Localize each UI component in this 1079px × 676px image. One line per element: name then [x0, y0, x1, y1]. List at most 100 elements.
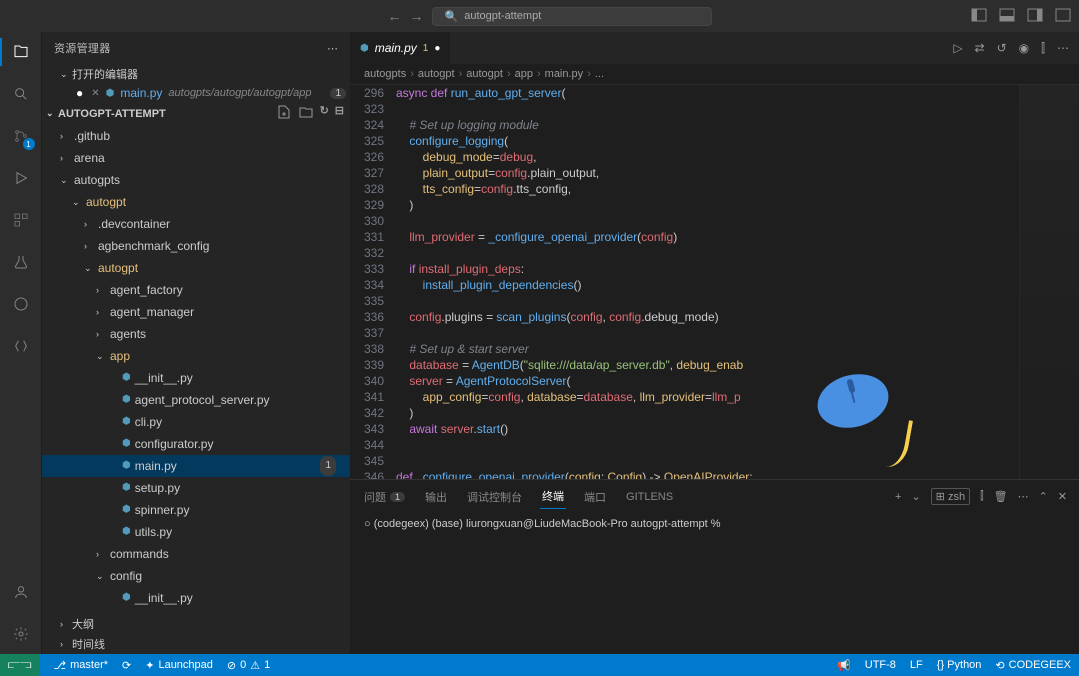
maximize-icon[interactable]: ⌃: [1039, 490, 1048, 503]
activity-remote-icon[interactable]: [9, 292, 33, 316]
panel-tab[interactable]: 输出: [423, 485, 449, 509]
tree-file[interactable]: ⬢agent_protocol_server.py: [42, 389, 350, 411]
new-folder-icon[interactable]: [298, 104, 314, 123]
breadcrumb-item[interactable]: main.py: [545, 68, 584, 80]
activity-scm-icon[interactable]: 1: [9, 124, 33, 148]
status-sync[interactable]: ⟳: [122, 659, 131, 672]
tree-file[interactable]: ⬢utils.py: [42, 521, 350, 543]
python-file-icon: ⬢: [122, 434, 131, 454]
layout-bottom-icon[interactable]: [999, 7, 1015, 26]
more-icon[interactable]: ⋯: [1018, 490, 1029, 503]
chevron-icon: ⌄: [96, 566, 106, 586]
open-editors-section[interactable]: ⌄ 打开的编辑器: [42, 64, 350, 84]
tree-file[interactable]: ⬢__init__.py: [42, 587, 350, 609]
tree-folder[interactable]: ›agents: [42, 323, 350, 345]
breadcrumb-item[interactable]: autogpts: [364, 68, 406, 80]
activity-settings-icon[interactable]: [9, 622, 33, 646]
minimap[interactable]: [1019, 85, 1079, 479]
more-icon[interactable]: ⋯: [1057, 41, 1069, 56]
tree-folder[interactable]: ›agbenchmark_config: [42, 235, 350, 257]
breadcrumb-item[interactable]: autogpt: [418, 68, 455, 80]
editor-tab-main[interactable]: ⬢ main.py 1 ●: [350, 32, 451, 64]
tree-folder[interactable]: ⌄autogpt: [42, 257, 350, 279]
tree-folder[interactable]: ⌄config: [42, 565, 350, 587]
close-panel-icon[interactable]: ✕: [1058, 490, 1067, 503]
breadcrumb-item[interactable]: app: [515, 68, 533, 80]
activity-testing-icon[interactable]: [9, 250, 33, 274]
nav-forward-icon[interactable]: →: [410, 8, 424, 24]
collapse-icon[interactable]: ⊟: [335, 104, 344, 123]
code-content[interactable]: async def run_auto_gpt_server( # Set up …: [396, 85, 1019, 479]
status-problems[interactable]: ⊘ 0 ⚠ 1: [227, 659, 270, 672]
tree-folder[interactable]: ⌄autogpt: [42, 191, 350, 213]
tree-folder[interactable]: ›agent_factory: [42, 279, 350, 301]
code-editor[interactable]: 2963233243253263273283293303313323333343…: [350, 85, 1079, 479]
status-eol[interactable]: LF: [910, 659, 923, 671]
panel-tab[interactable]: 问题1: [362, 485, 407, 509]
trash-icon[interactable]: 🗑: [994, 490, 1008, 503]
open-editor-item[interactable]: ● ✕ ⬢ main.py autogpts/autogpt/autogpt/a…: [42, 84, 350, 102]
chevron-icon: ›: [96, 302, 106, 322]
activity-account-icon[interactable]: [9, 580, 33, 604]
tree-folder[interactable]: ›.github: [42, 125, 350, 147]
activity-explorer-icon[interactable]: [9, 40, 33, 64]
tree-file[interactable]: ⬢spinner.py: [42, 499, 350, 521]
status-feedback-icon[interactable]: 📢: [837, 659, 851, 672]
activity-extensions-icon[interactable]: [9, 208, 33, 232]
panel-tab[interactable]: 调试控制台: [465, 485, 524, 509]
refresh-icon[interactable]: ↻: [320, 104, 329, 123]
tree-folder[interactable]: ⌄autogpts: [42, 169, 350, 191]
tree-folder[interactable]: ›.devcontainer: [42, 213, 350, 235]
tree-file[interactable]: ⬢configurator.py: [42, 433, 350, 455]
activity-gitlens-icon[interactable]: [9, 334, 33, 358]
item-label: agents: [110, 324, 146, 344]
layout-left-icon[interactable]: [971, 7, 987, 26]
split-terminal-icon[interactable]: ⫿: [980, 490, 984, 503]
project-root-header[interactable]: ⌄ AUTOGPT-ATTEMPT ↻ ⊟: [42, 102, 350, 125]
close-icon[interactable]: ✕: [91, 88, 99, 99]
tree-folder[interactable]: ›arena: [42, 147, 350, 169]
panel-tab[interactable]: GITLENS: [624, 487, 675, 507]
panel-tab[interactable]: 终端: [540, 484, 566, 509]
history-icon[interactable]: ↺: [997, 41, 1007, 56]
tree-file[interactable]: ⬢cli.py: [42, 411, 350, 433]
nav-back-icon[interactable]: ←: [388, 8, 402, 24]
breadcrumbs[interactable]: autogpts›autogpt›autogpt›app›main.py›...: [350, 64, 1079, 85]
terminal-dropdown-icon[interactable]: ⌄: [911, 490, 920, 503]
compare-icon[interactable]: ⇄: [975, 41, 985, 56]
timeline-section[interactable]: ›时间线: [42, 634, 350, 654]
layout-right-icon[interactable]: [1027, 7, 1043, 26]
breadcrumb-item[interactable]: ...: [595, 68, 604, 80]
tree-file[interactable]: ⬢main.py1: [42, 455, 350, 477]
panel-tab[interactable]: 端口: [582, 485, 608, 509]
run-icon[interactable]: ▷: [953, 41, 962, 56]
remote-indicator[interactable]: ⫍⫎: [0, 654, 39, 676]
status-branch[interactable]: ⎇ master*: [53, 659, 108, 672]
more-icon[interactable]: ⋯: [327, 42, 338, 55]
status-encoding[interactable]: UTF-8: [865, 659, 896, 671]
terminal[interactable]: ○ (codegeex) (base) liurongxuan@LiudeMac…: [350, 509, 1079, 654]
new-file-icon[interactable]: [276, 104, 292, 123]
gitlens-icon[interactable]: ◉: [1019, 41, 1029, 56]
chevron-icon: ›: [96, 544, 106, 564]
status-codegeex[interactable]: ⟲ CODEGEEX: [995, 659, 1071, 672]
tree-folder[interactable]: ⌄app: [42, 345, 350, 367]
status-launchpad[interactable]: ✦ Launchpad: [145, 659, 213, 672]
chevron-down-icon: ⌄: [60, 69, 70, 80]
status-language[interactable]: {} Python: [937, 659, 982, 671]
split-icon[interactable]: ⫿: [1041, 41, 1045, 56]
layout-customize-icon[interactable]: [1055, 7, 1071, 26]
activity-debug-icon[interactable]: [9, 166, 33, 190]
new-terminal-icon[interactable]: +: [895, 491, 901, 503]
tree-folder[interactable]: ›commands: [42, 543, 350, 565]
tree-file[interactable]: ⬢__init__.py: [42, 367, 350, 389]
command-center-search[interactable]: 🔍 autogpt-attempt: [432, 7, 712, 26]
activity-search-icon[interactable]: [9, 82, 33, 106]
item-label: agbenchmark_config: [98, 236, 209, 256]
tree-folder[interactable]: ›agent_manager: [42, 301, 350, 323]
tree-file[interactable]: ⬢setup.py: [42, 477, 350, 499]
breadcrumb-item[interactable]: autogpt: [466, 68, 503, 80]
terminal-shell-label[interactable]: ⊞ zsh: [931, 488, 970, 505]
outline-section[interactable]: ›大纲: [42, 614, 350, 634]
breadcrumb-sep: ›: [537, 68, 541, 80]
